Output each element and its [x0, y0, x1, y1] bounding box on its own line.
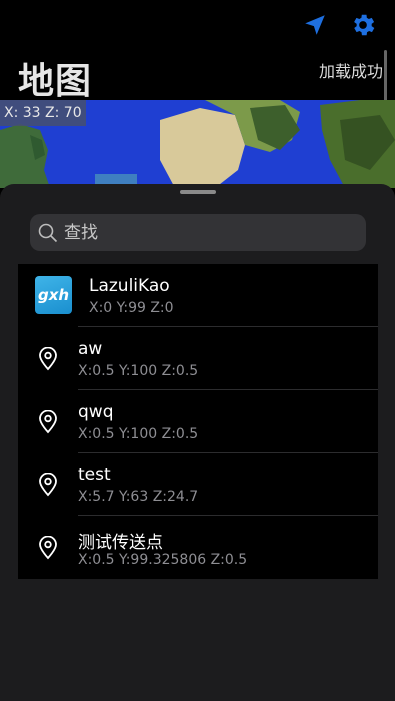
- location-pin-icon: [39, 410, 57, 434]
- waypoint-position: X:0.5 Y:100 Z:0.5: [78, 426, 199, 442]
- avatar: gxh: [35, 276, 72, 314]
- player-position: X:0 Y:99 Z:0: [89, 300, 174, 316]
- top-bar: 地图 加载成功: [0, 0, 395, 102]
- waypoint-name: qwq: [78, 402, 114, 422]
- location-pin-icon: [39, 473, 57, 497]
- location-pin-icon: [39, 536, 57, 560]
- map-coordinates: X: 33 Z: 70: [0, 100, 86, 126]
- gear-icon: [354, 14, 375, 36]
- navigate-arrow-icon: [305, 15, 325, 35]
- search-bar[interactable]: [30, 214, 366, 251]
- search-icon: [38, 223, 58, 243]
- list-item-waypoint[interactable]: test X:5.7 Y:63 Z:24.7: [18, 453, 378, 516]
- settings-button[interactable]: [347, 9, 379, 41]
- navigate-button[interactable]: [300, 10, 330, 40]
- waypoint-name: 测试传送点: [78, 533, 163, 553]
- list-item-waypoint[interactable]: 测试传送点 X:0.5 Y:99.325806 Z:0.5: [18, 516, 378, 579]
- sheet-drag-handle[interactable]: [180, 190, 216, 194]
- waypoint-position: X:5.7 Y:63 Z:24.7: [78, 489, 199, 505]
- location-list: gxh LazuliKao X:0 Y:99 Z:0 aw X:0.5 Y:10…: [18, 264, 378, 579]
- bottom-sheet: gxh LazuliKao X:0 Y:99 Z:0 aw X:0.5 Y:10…: [0, 184, 395, 701]
- page-title: 地图: [18, 61, 93, 102]
- scrollbar[interactable]: [384, 50, 387, 102]
- waypoint-position: X:0.5 Y:99.325806 Z:0.5: [78, 552, 248, 568]
- player-name: LazuliKao: [89, 276, 170, 296]
- location-pin-icon: [39, 347, 57, 371]
- search-input[interactable]: [62, 221, 346, 244]
- waypoint-name: test: [78, 465, 111, 485]
- list-item-waypoint[interactable]: qwq X:0.5 Y:100 Z:0.5: [18, 390, 378, 453]
- waypoint-position: X:0.5 Y:100 Z:0.5: [78, 363, 199, 379]
- load-status-text: 加载成功: [319, 62, 384, 81]
- waypoint-name: aw: [78, 339, 103, 359]
- list-item-player[interactable]: gxh LazuliKao X:0 Y:99 Z:0: [18, 264, 378, 327]
- list-item-waypoint[interactable]: aw X:0.5 Y:100 Z:0.5: [18, 327, 378, 390]
